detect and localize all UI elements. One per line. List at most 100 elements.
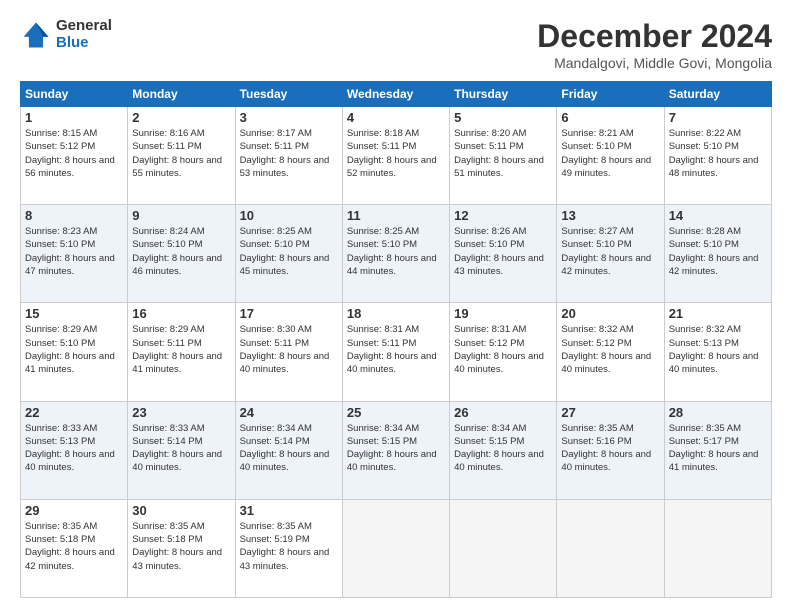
calendar-header-row: SundayMondayTuesdayWednesdayThursdayFrid… xyxy=(21,82,772,107)
day-number: 18 xyxy=(347,306,445,321)
day-info: Sunrise: 8:22 AMSunset: 5:10 PMDaylight:… xyxy=(669,128,759,179)
day-number: 2 xyxy=(132,110,230,125)
page: General Blue December 2024 Mandalgovi, M… xyxy=(0,0,792,612)
calendar-cell xyxy=(664,499,771,597)
calendar-cell: 21 Sunrise: 8:32 AMSunset: 5:13 PMDaylig… xyxy=(664,303,771,401)
header-monday: Monday xyxy=(128,82,235,107)
calendar-table: SundayMondayTuesdayWednesdayThursdayFrid… xyxy=(20,81,772,598)
subtitle: Mandalgovi, Middle Govi, Mongolia xyxy=(537,55,772,71)
calendar-cell: 30 Sunrise: 8:35 AMSunset: 5:18 PMDaylig… xyxy=(128,499,235,597)
day-number: 11 xyxy=(347,208,445,223)
week-row-3: 15 Sunrise: 8:29 AMSunset: 5:10 PMDaylig… xyxy=(21,303,772,401)
day-info: Sunrise: 8:35 AMSunset: 5:18 PMDaylight:… xyxy=(25,521,115,572)
day-info: Sunrise: 8:20 AMSunset: 5:11 PMDaylight:… xyxy=(454,128,544,179)
day-number: 26 xyxy=(454,405,552,420)
day-number: 15 xyxy=(25,306,123,321)
calendar-cell: 28 Sunrise: 8:35 AMSunset: 5:17 PMDaylig… xyxy=(664,401,771,499)
day-number: 9 xyxy=(132,208,230,223)
calendar-cell: 12 Sunrise: 8:26 AMSunset: 5:10 PMDaylig… xyxy=(450,205,557,303)
day-info: Sunrise: 8:17 AMSunset: 5:11 PMDaylight:… xyxy=(240,128,330,179)
logo-general: General xyxy=(56,18,112,35)
day-info: Sunrise: 8:28 AMSunset: 5:10 PMDaylight:… xyxy=(669,226,759,277)
day-info: Sunrise: 8:35 AMSunset: 5:17 PMDaylight:… xyxy=(669,423,759,474)
calendar-cell: 11 Sunrise: 8:25 AMSunset: 5:10 PMDaylig… xyxy=(342,205,449,303)
calendar-cell: 10 Sunrise: 8:25 AMSunset: 5:10 PMDaylig… xyxy=(235,205,342,303)
calendar-cell: 23 Sunrise: 8:33 AMSunset: 5:14 PMDaylig… xyxy=(128,401,235,499)
day-number: 27 xyxy=(561,405,659,420)
day-info: Sunrise: 8:31 AMSunset: 5:11 PMDaylight:… xyxy=(347,324,437,375)
day-info: Sunrise: 8:35 AMSunset: 5:19 PMDaylight:… xyxy=(240,521,330,572)
week-row-5: 29 Sunrise: 8:35 AMSunset: 5:18 PMDaylig… xyxy=(21,499,772,597)
day-number: 17 xyxy=(240,306,338,321)
day-number: 30 xyxy=(132,503,230,518)
calendar-cell: 7 Sunrise: 8:22 AMSunset: 5:10 PMDayligh… xyxy=(664,107,771,205)
day-number: 12 xyxy=(454,208,552,223)
day-number: 22 xyxy=(25,405,123,420)
day-number: 4 xyxy=(347,110,445,125)
day-number: 1 xyxy=(25,110,123,125)
calendar-cell xyxy=(342,499,449,597)
day-number: 19 xyxy=(454,306,552,321)
calendar-cell: 3 Sunrise: 8:17 AMSunset: 5:11 PMDayligh… xyxy=(235,107,342,205)
calendar-cell: 2 Sunrise: 8:16 AMSunset: 5:11 PMDayligh… xyxy=(128,107,235,205)
header-tuesday: Tuesday xyxy=(235,82,342,107)
day-info: Sunrise: 8:34 AMSunset: 5:15 PMDaylight:… xyxy=(454,423,544,474)
day-info: Sunrise: 8:33 AMSunset: 5:13 PMDaylight:… xyxy=(25,423,115,474)
day-info: Sunrise: 8:35 AMSunset: 5:16 PMDaylight:… xyxy=(561,423,651,474)
calendar-cell: 18 Sunrise: 8:31 AMSunset: 5:11 PMDaylig… xyxy=(342,303,449,401)
header-thursday: Thursday xyxy=(450,82,557,107)
calendar-cell: 4 Sunrise: 8:18 AMSunset: 5:11 PMDayligh… xyxy=(342,107,449,205)
day-number: 14 xyxy=(669,208,767,223)
day-info: Sunrise: 8:15 AMSunset: 5:12 PMDaylight:… xyxy=(25,128,115,179)
calendar-cell: 17 Sunrise: 8:30 AMSunset: 5:11 PMDaylig… xyxy=(235,303,342,401)
calendar-cell: 6 Sunrise: 8:21 AMSunset: 5:10 PMDayligh… xyxy=(557,107,664,205)
day-info: Sunrise: 8:27 AMSunset: 5:10 PMDaylight:… xyxy=(561,226,651,277)
day-number: 13 xyxy=(561,208,659,223)
day-info: Sunrise: 8:34 AMSunset: 5:15 PMDaylight:… xyxy=(347,423,437,474)
day-number: 24 xyxy=(240,405,338,420)
calendar-cell: 5 Sunrise: 8:20 AMSunset: 5:11 PMDayligh… xyxy=(450,107,557,205)
calendar-cell: 16 Sunrise: 8:29 AMSunset: 5:11 PMDaylig… xyxy=(128,303,235,401)
header-wednesday: Wednesday xyxy=(342,82,449,107)
day-number: 10 xyxy=(240,208,338,223)
day-number: 3 xyxy=(240,110,338,125)
day-info: Sunrise: 8:21 AMSunset: 5:10 PMDaylight:… xyxy=(561,128,651,179)
day-number: 8 xyxy=(25,208,123,223)
title-block: December 2024 Mandalgovi, Middle Govi, M… xyxy=(537,18,772,71)
logo-blue: Blue xyxy=(56,35,112,52)
logo: General Blue xyxy=(20,18,112,51)
day-number: 7 xyxy=(669,110,767,125)
day-number: 16 xyxy=(132,306,230,321)
calendar-cell: 29 Sunrise: 8:35 AMSunset: 5:18 PMDaylig… xyxy=(21,499,128,597)
header-sunday: Sunday xyxy=(21,82,128,107)
header: General Blue December 2024 Mandalgovi, M… xyxy=(20,18,772,71)
day-info: Sunrise: 8:26 AMSunset: 5:10 PMDaylight:… xyxy=(454,226,544,277)
day-info: Sunrise: 8:30 AMSunset: 5:11 PMDaylight:… xyxy=(240,324,330,375)
logo-icon xyxy=(20,19,52,51)
calendar-cell: 31 Sunrise: 8:35 AMSunset: 5:19 PMDaylig… xyxy=(235,499,342,597)
day-info: Sunrise: 8:35 AMSunset: 5:18 PMDaylight:… xyxy=(132,521,222,572)
calendar-cell xyxy=(450,499,557,597)
calendar-cell: 8 Sunrise: 8:23 AMSunset: 5:10 PMDayligh… xyxy=(21,205,128,303)
week-row-2: 8 Sunrise: 8:23 AMSunset: 5:10 PMDayligh… xyxy=(21,205,772,303)
calendar-cell: 26 Sunrise: 8:34 AMSunset: 5:15 PMDaylig… xyxy=(450,401,557,499)
day-info: Sunrise: 8:34 AMSunset: 5:14 PMDaylight:… xyxy=(240,423,330,474)
header-saturday: Saturday xyxy=(664,82,771,107)
day-number: 21 xyxy=(669,306,767,321)
day-info: Sunrise: 8:32 AMSunset: 5:13 PMDaylight:… xyxy=(669,324,759,375)
calendar-cell: 25 Sunrise: 8:34 AMSunset: 5:15 PMDaylig… xyxy=(342,401,449,499)
calendar-cell: 9 Sunrise: 8:24 AMSunset: 5:10 PMDayligh… xyxy=(128,205,235,303)
day-number: 23 xyxy=(132,405,230,420)
day-info: Sunrise: 8:33 AMSunset: 5:14 PMDaylight:… xyxy=(132,423,222,474)
calendar-cell: 27 Sunrise: 8:35 AMSunset: 5:16 PMDaylig… xyxy=(557,401,664,499)
day-info: Sunrise: 8:18 AMSunset: 5:11 PMDaylight:… xyxy=(347,128,437,179)
calendar-cell: 15 Sunrise: 8:29 AMSunset: 5:10 PMDaylig… xyxy=(21,303,128,401)
calendar-cell xyxy=(557,499,664,597)
day-info: Sunrise: 8:29 AMSunset: 5:10 PMDaylight:… xyxy=(25,324,115,375)
day-info: Sunrise: 8:23 AMSunset: 5:10 PMDaylight:… xyxy=(25,226,115,277)
header-friday: Friday xyxy=(557,82,664,107)
day-info: Sunrise: 8:31 AMSunset: 5:12 PMDaylight:… xyxy=(454,324,544,375)
day-info: Sunrise: 8:25 AMSunset: 5:10 PMDaylight:… xyxy=(240,226,330,277)
calendar-cell: 22 Sunrise: 8:33 AMSunset: 5:13 PMDaylig… xyxy=(21,401,128,499)
calendar-cell: 1 Sunrise: 8:15 AMSunset: 5:12 PMDayligh… xyxy=(21,107,128,205)
